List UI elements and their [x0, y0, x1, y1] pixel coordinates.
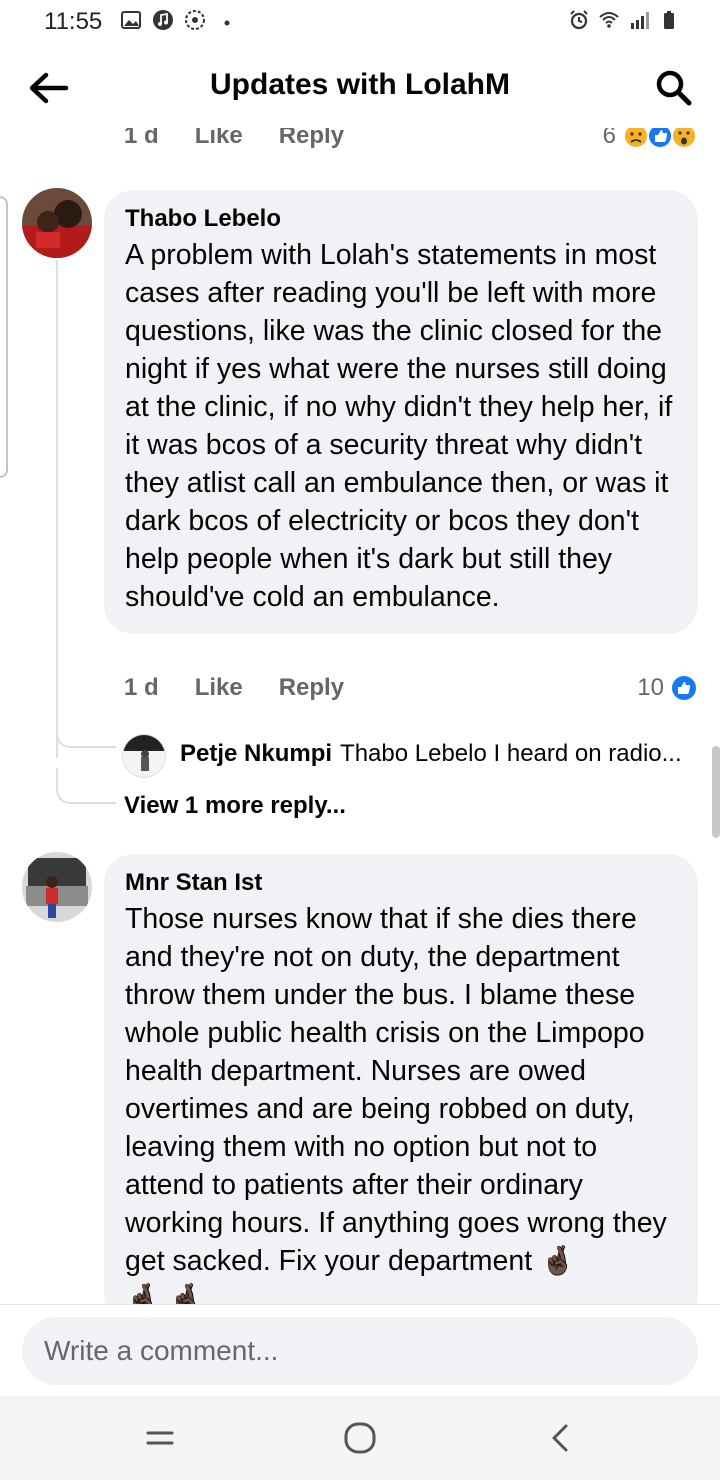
music-icon [153, 10, 173, 30]
status-bar: 11:55 [0, 0, 720, 44]
view-more-replies-link[interactable]: View 1 more reply... [124, 792, 346, 820]
reply-button[interactable]: Reply [279, 674, 344, 702]
comment-composer: Write a comment... [0, 1304, 720, 1396]
back-icon[interactable] [540, 1418, 584, 1458]
like-button[interactable]: Like [195, 128, 243, 150]
wow-icon [671, 128, 697, 149]
comment-text-body: Those nurses know that if she dies there… [125, 903, 667, 1277]
dot-icon [224, 20, 230, 26]
fingers-crossed-emoji: 🤞🏿 🤞🏿 [125, 1283, 204, 1304]
avatar[interactable] [22, 852, 92, 922]
recent-apps-icon[interactable] [138, 1418, 182, 1458]
reply-author: Petje Nkumpi [180, 740, 333, 767]
status-time: 11:55 [44, 8, 103, 35]
thread-connector [56, 768, 116, 804]
status-icons-right [568, 9, 680, 31]
header: Updates with LolahM [0, 44, 720, 128]
comment-text: Those nurses know that if she dies there… [125, 900, 678, 1304]
comment-author[interactable]: Mnr Stan Ist [125, 868, 678, 898]
comment-time: 1 d [124, 674, 159, 701]
fingers-crossed-emoji: 🤞🏿 [540, 1245, 576, 1277]
top-reaction-summary[interactable]: 6 [603, 128, 698, 150]
page-title: Updates with LolahM [210, 68, 510, 101]
avatar[interactable] [22, 188, 92, 258]
edge-indicator [0, 196, 8, 478]
thread-line [56, 260, 58, 758]
comment-text: A problem with Lolah's statements in mos… [125, 239, 673, 613]
reply-avatar[interactable] [122, 734, 166, 778]
system-nav-bar [0, 1396, 720, 1480]
comment-bubble[interactable]: Mnr Stan Ist Those nurses know that if s… [104, 854, 698, 1304]
comment-bubble[interactable]: Thabo Lebelo A problem with Lolah's stat… [104, 190, 698, 634]
status-icons-left [120, 9, 238, 31]
reply-button[interactable]: Reply [279, 128, 344, 150]
like-button[interactable]: Like [195, 674, 243, 702]
comment-time: 1 d [124, 128, 159, 149]
reaction-summary[interactable]: 10 [637, 674, 698, 702]
gallery-icon [121, 11, 141, 29]
home-icon[interactable] [338, 1418, 382, 1458]
reply-preview[interactable]: Petje Nkumpi Thabo Lebelo I heard on rad… [180, 740, 682, 768]
comment-meta: 1 d Like Reply [124, 674, 380, 702]
comments-feed[interactable]: 1 d Like Reply 6 Thabo Lebelo A problem … [0, 128, 720, 1304]
battery-icon [664, 11, 674, 29]
scrollbar[interactable] [712, 746, 720, 838]
like-icon [670, 674, 698, 702]
reaction-count: 10 [637, 674, 664, 701]
search-icon[interactable] [654, 68, 694, 108]
comment-input[interactable]: Write a comment... [22, 1317, 698, 1385]
reaction-count: 6 [602, 128, 616, 149]
alarm-icon [570, 10, 588, 30]
comment-author[interactable]: Thabo Lebelo [125, 204, 678, 234]
reply-text: Thabo Lebelo I heard on radio... [340, 740, 682, 767]
signal-icon [631, 12, 649, 29]
wifi-icon [599, 12, 619, 28]
top-comment-meta: 1 d Like Reply [124, 128, 380, 150]
thread-connector [56, 718, 116, 748]
settings-circle-icon [185, 10, 205, 30]
